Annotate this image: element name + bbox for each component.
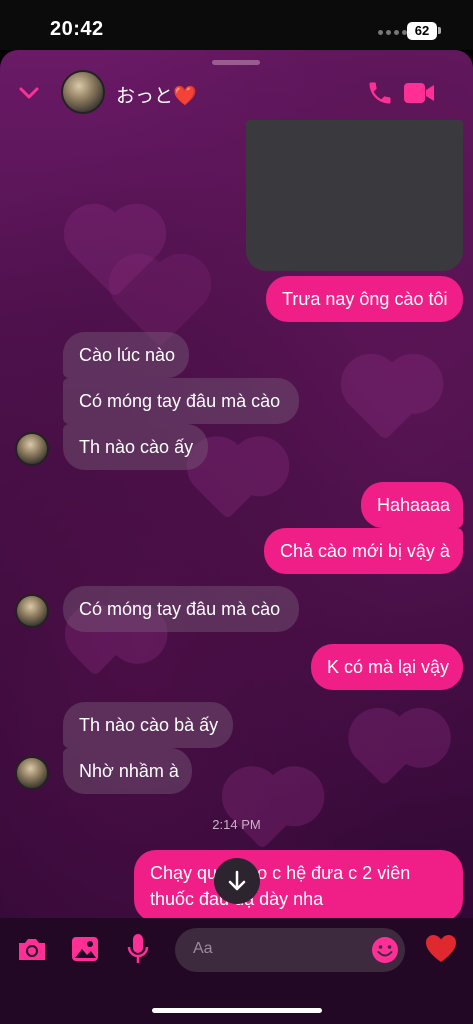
message-line: thuốc đau dạ dày nha bbox=[150, 889, 324, 909]
message-incoming[interactable]: Có móng tay đâu mà cào bbox=[63, 378, 299, 424]
message-composer: Aa bbox=[0, 918, 473, 984]
arrow-down-icon bbox=[228, 870, 246, 891]
signal-dots-icon bbox=[378, 30, 407, 35]
message-incoming[interactable]: Cào lúc nào bbox=[63, 332, 189, 378]
message-outgoing[interactable]: Trưa nay ông cào tôi bbox=[266, 276, 463, 322]
message-outgoing[interactable]: Chạy qu ố bảo c hệ đưa c 2 viên thuốc đa… bbox=[134, 850, 463, 922]
battery-tip bbox=[438, 27, 441, 34]
shared-media-image[interactable] bbox=[246, 120, 463, 271]
microphone-icon[interactable] bbox=[127, 932, 149, 966]
background-heart-icon bbox=[349, 369, 421, 441]
message-outgoing[interactable]: K có mà lại vậy bbox=[311, 644, 463, 690]
phone-icon[interactable] bbox=[366, 79, 394, 107]
status-time: 20:42 bbox=[50, 18, 104, 40]
message-incoming[interactable]: Th nào cào ấy bbox=[63, 424, 208, 470]
chevron-down-icon[interactable] bbox=[18, 82, 40, 104]
message-input[interactable]: Aa bbox=[175, 928, 405, 972]
message-incoming[interactable]: Có móng tay đâu mà cào bbox=[63, 586, 299, 632]
message-incoming[interactable]: Nhờ nhầm à bbox=[63, 748, 192, 794]
message-timestamp: 2:14 PM bbox=[212, 817, 261, 832]
sender-avatar[interactable] bbox=[15, 432, 49, 466]
message-outgoing[interactable]: Hahaaaa bbox=[361, 482, 463, 528]
message-input-placeholder: Aa bbox=[193, 940, 213, 957]
chat-sheet: おっと❤️ Trưa nay ông cào tôi Cào lúc nào C… bbox=[0, 50, 473, 1024]
heart-reaction-icon[interactable] bbox=[424, 932, 458, 966]
camera-icon[interactable] bbox=[16, 934, 48, 964]
contact-avatar[interactable] bbox=[61, 70, 105, 114]
video-call-icon[interactable] bbox=[403, 80, 435, 106]
gallery-icon[interactable] bbox=[70, 934, 100, 964]
emoji-icon[interactable] bbox=[370, 935, 400, 965]
contact-name[interactable]: おっと❤️ bbox=[116, 81, 197, 108]
message-incoming[interactable]: Th nào cào bà ấy bbox=[63, 702, 233, 748]
status-bar: 20:42 62 bbox=[0, 0, 473, 50]
background-heart-icon bbox=[195, 455, 260, 520]
message-outgoing[interactable]: Chả cào mới bị vậy à bbox=[264, 528, 463, 574]
background-heart-icon bbox=[73, 633, 117, 677]
chat-header: おっと❤️ bbox=[0, 70, 473, 120]
message-line: Chạy qu ố bảo c hệ đưa c 2 viên bbox=[150, 863, 411, 883]
background-heart-icon bbox=[357, 732, 411, 786]
sender-avatar[interactable] bbox=[15, 756, 49, 790]
home-indicator bbox=[0, 984, 473, 1024]
scroll-to-bottom-button[interactable] bbox=[214, 858, 260, 904]
sender-avatar[interactable] bbox=[15, 594, 49, 628]
sheet-grabber[interactable] bbox=[212, 60, 260, 65]
battery-icon: 62 bbox=[407, 22, 437, 40]
